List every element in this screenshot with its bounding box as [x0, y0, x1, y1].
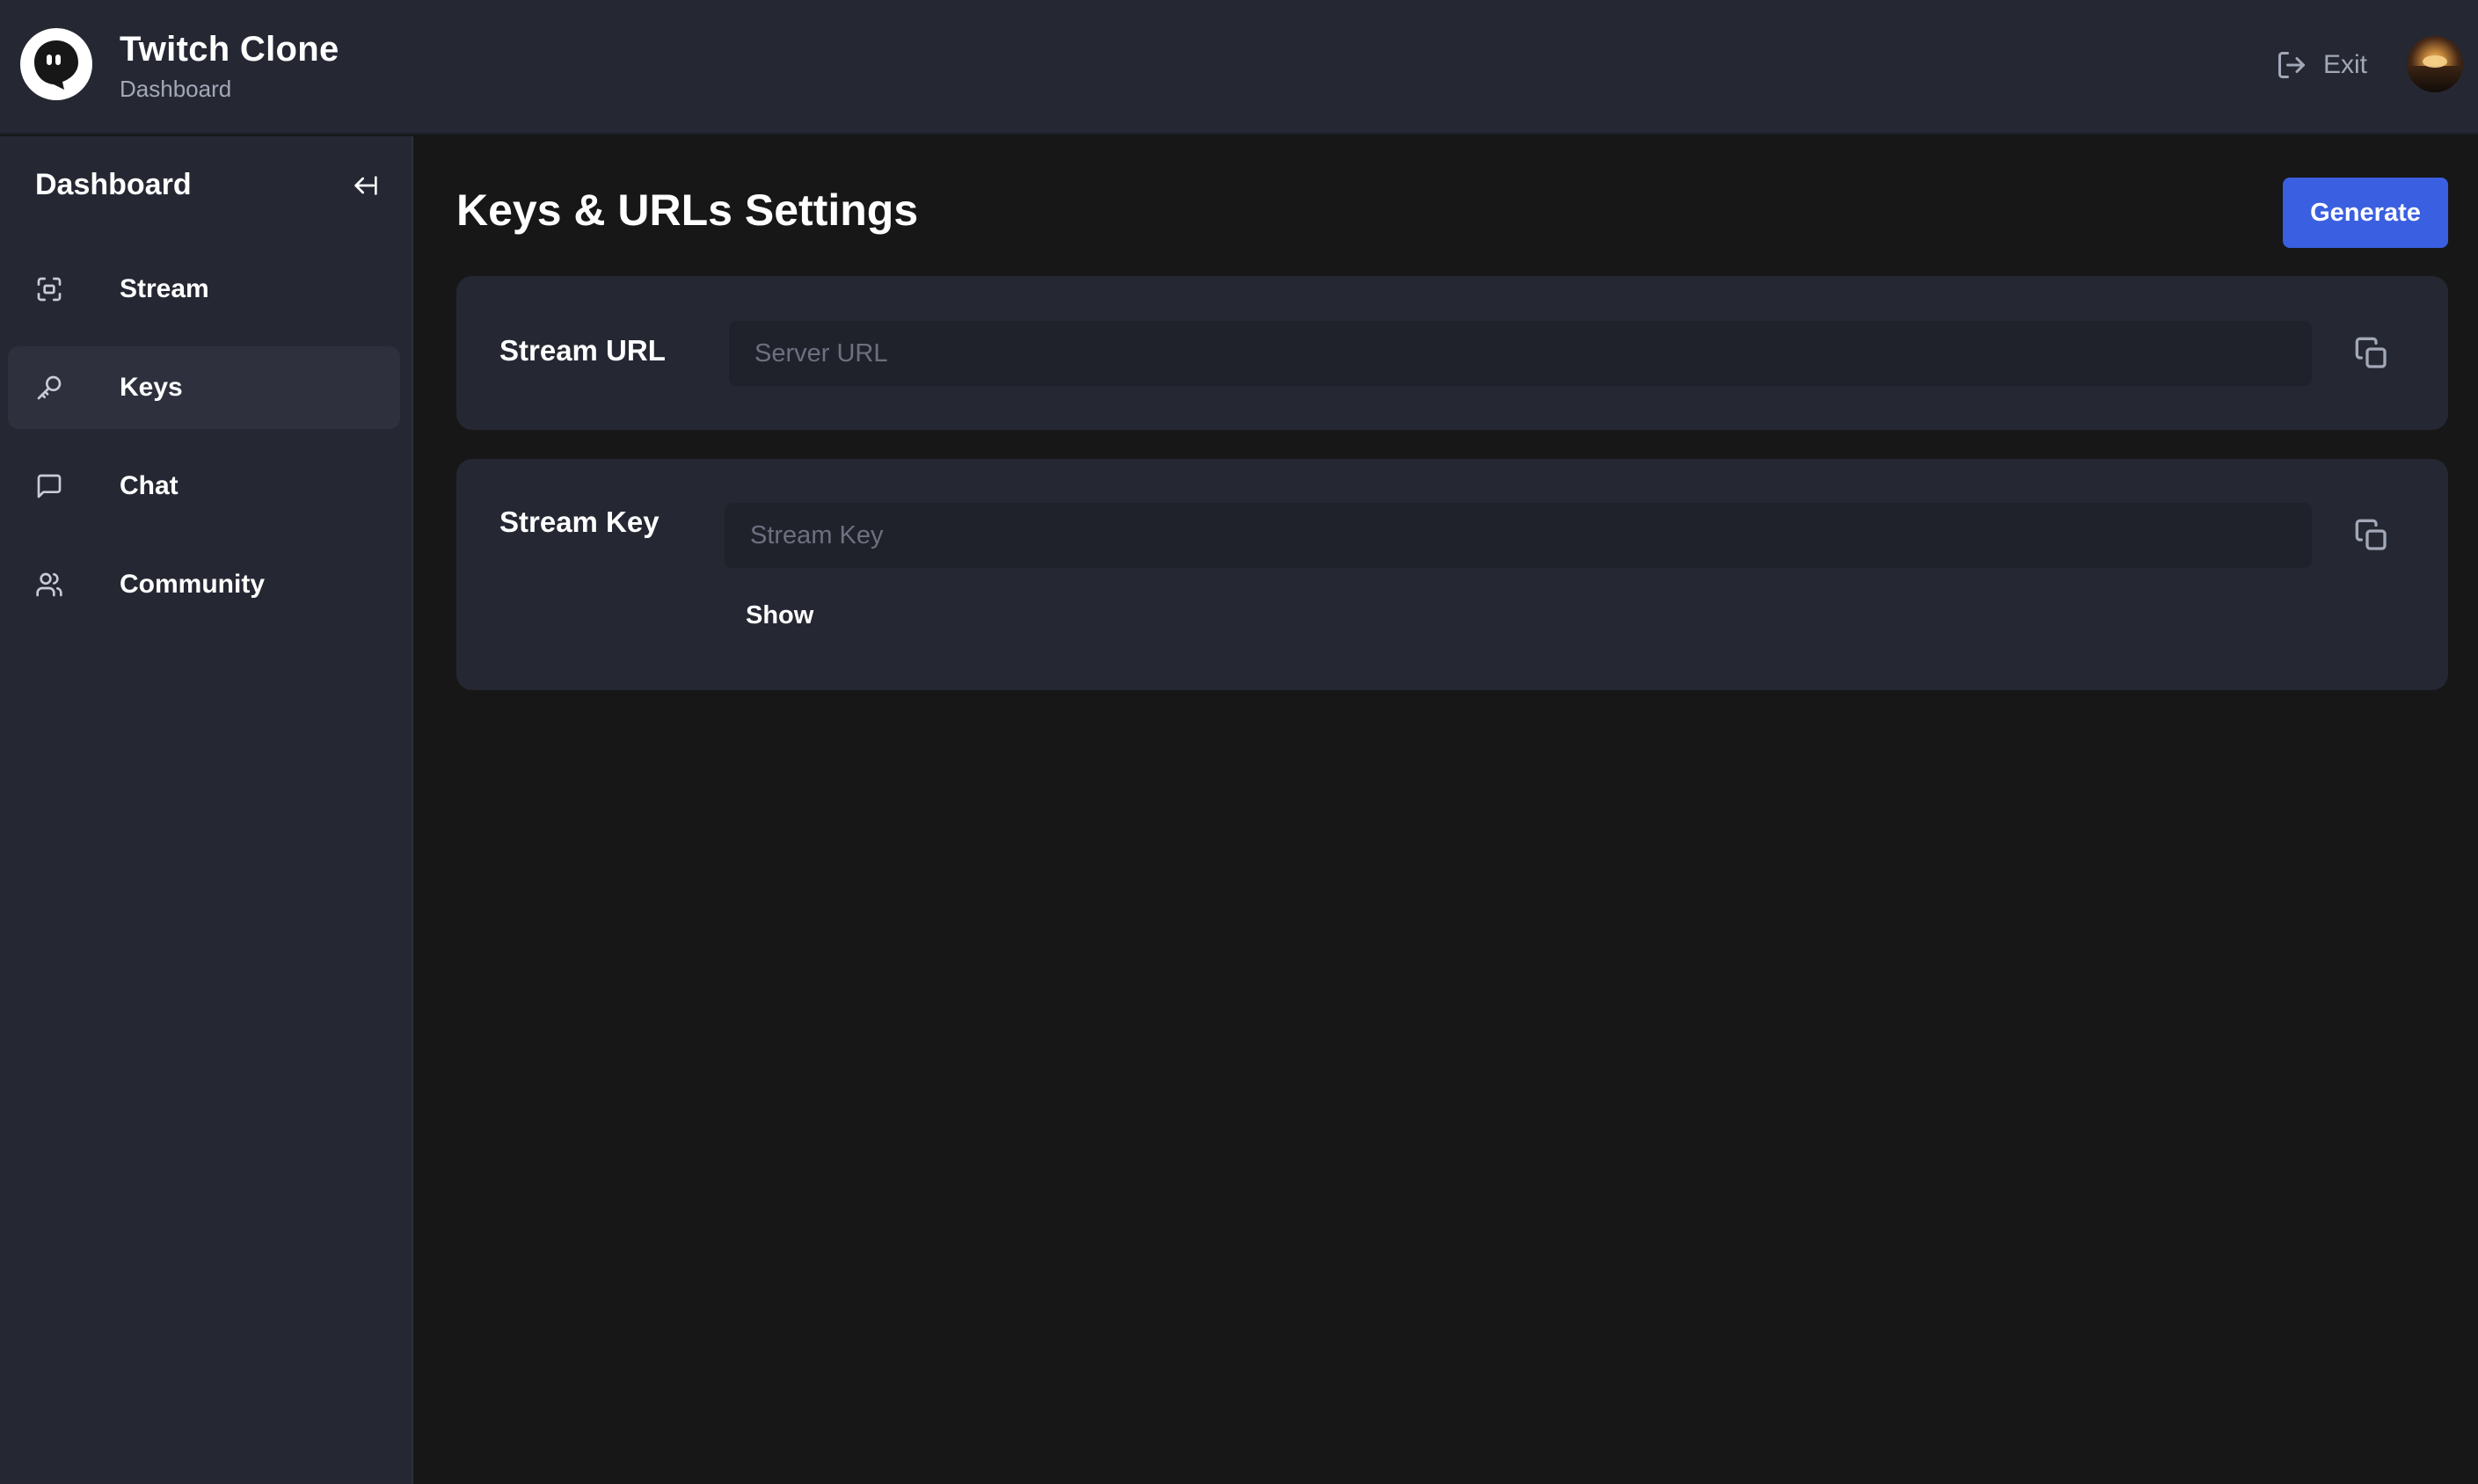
sidebar-item-community[interactable]: Community	[8, 543, 400, 626]
copy-icon	[2355, 519, 2387, 550]
show-stream-key-button[interactable]: Show	[746, 601, 813, 630]
stream-key-card: Stream Key Show	[456, 459, 2448, 690]
collapse-sidebar-button[interactable]	[348, 171, 380, 200]
sidebar-item-keys[interactable]: Keys	[8, 346, 400, 429]
app-logo-icon[interactable]	[20, 28, 92, 100]
stream-url-card: Stream URL	[456, 276, 2448, 430]
exit-label: Exit	[2323, 50, 2368, 79]
sidebar-item-label: Chat	[120, 471, 179, 500]
stream-key-input[interactable]	[725, 503, 2312, 568]
message-square-icon	[37, 474, 62, 498]
sidebar-title: Dashboard	[35, 168, 192, 201]
fullscreen-icon	[37, 277, 62, 302]
app-subtitle: Dashboard	[120, 76, 232, 102]
stream-url-input[interactable]	[729, 321, 2312, 386]
sidebar: Dashboard Stream Keys Chat Community	[0, 136, 413, 1484]
arrow-left-to-line-icon	[354, 176, 377, 195]
top-bar: Twitch Clone Dashboard Exit	[0, 0, 2478, 135]
stream-key-label: Stream Key	[499, 506, 660, 538]
stream-url-label: Stream URL	[499, 334, 666, 367]
user-avatar[interactable]	[2407, 36, 2463, 92]
key-icon	[37, 375, 62, 400]
exit-button[interactable]: Exit	[2276, 46, 2367, 84]
copy-stream-key-button[interactable]	[2354, 518, 2389, 553]
sidebar-item-label: Keys	[120, 373, 183, 402]
logout-icon	[2278, 52, 2305, 78]
sidebar-item-label: Stream	[120, 274, 209, 303]
app-title: Twitch Clone	[120, 30, 339, 69]
page-title: Keys & URLs Settings	[456, 186, 919, 235]
users-icon	[36, 572, 62, 597]
generate-button[interactable]: Generate	[2283, 178, 2448, 248]
copy-icon	[2355, 337, 2387, 368]
sidebar-item-chat[interactable]: Chat	[8, 445, 400, 527]
sidebar-item-label: Community	[120, 570, 265, 599]
copy-stream-url-button[interactable]	[2354, 336, 2389, 371]
sidebar-item-stream[interactable]: Stream	[8, 248, 400, 331]
